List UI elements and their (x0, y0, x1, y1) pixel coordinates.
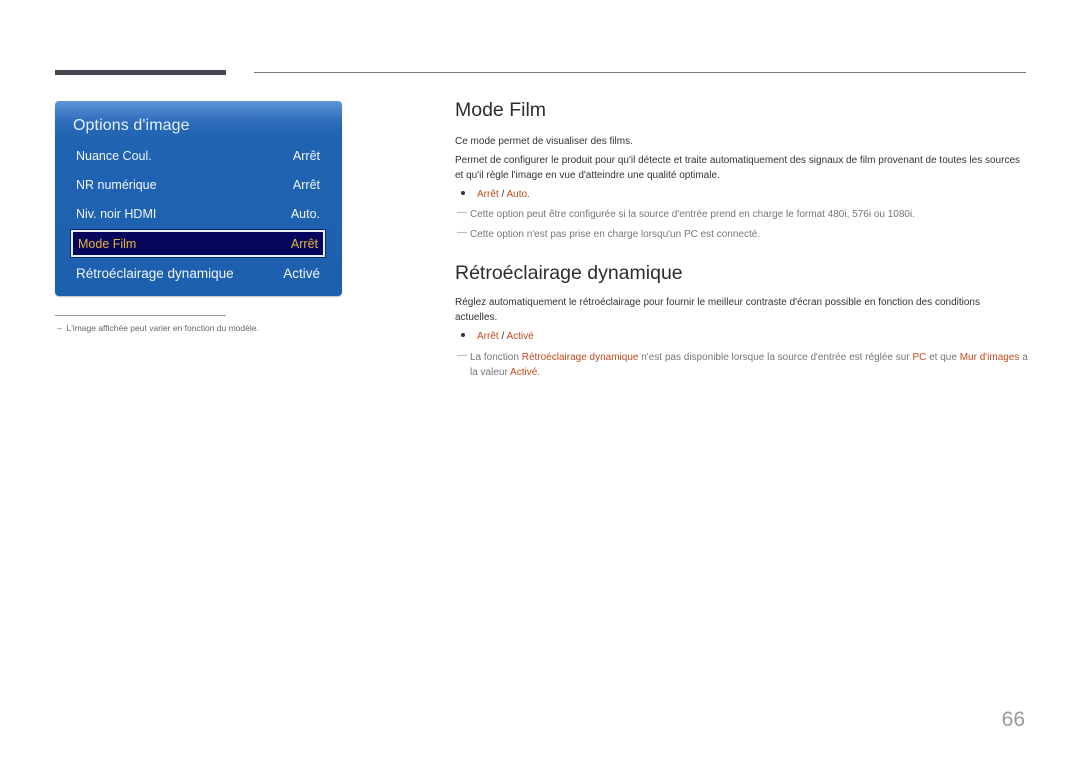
note-text-part: . (537, 366, 541, 378)
note-dash-icon: ― (457, 207, 467, 218)
osd-item-value: Activé (283, 265, 320, 281)
section-title-mode-film: Mode Film (455, 99, 547, 121)
osd-item-retroeclairage-dynamique[interactable]: Rétroéclairage dynamique Activé (71, 260, 325, 286)
osd-item-label: Mode Film (78, 236, 137, 251)
note-text: Cette option n'est pas prise en charge l… (470, 229, 761, 240)
note-text-part: et que (926, 352, 960, 363)
osd-item-nuance-coul[interactable]: Nuance Coul. Arrêt (71, 143, 325, 169)
option-list-item: Arrêt / Activé (461, 331, 534, 342)
option-value: Auto. (506, 189, 530, 200)
footnote-rule (55, 315, 226, 316)
footnote: – L'image affichée peut varier en foncti… (57, 323, 259, 333)
osd-item-niv-noir-hdmi[interactable]: Niv. noir HDMI Auto. (71, 201, 325, 227)
footnote-dash: – (57, 323, 62, 333)
osd-item-label: Nuance Coul. (76, 149, 152, 163)
osd-item-label: Rétroéclairage dynamique (76, 265, 234, 281)
note: ― Cette option n'est pas prise en charge… (455, 227, 1030, 243)
osd-item-mode-film[interactable]: Mode Film Arrêt (70, 229, 326, 258)
note-text-part: La fonction (470, 352, 522, 363)
header-rule-thick (55, 70, 226, 75)
note-dash-icon: ― (457, 350, 467, 361)
osd-menu-title: Options d'image (73, 117, 190, 134)
note-highlight: PC (912, 352, 927, 363)
osd-item-label: Niv. noir HDMI (76, 207, 157, 221)
page-number: 66 (1001, 708, 1025, 731)
note: ― La fonction Rétroéclairage dynamique n… (455, 350, 1030, 380)
section-paragraph: Ce mode permet de visualiser des films. (455, 136, 633, 147)
note-dash-icon: ― (457, 227, 467, 238)
option-list-item: Arrêt / Auto. (461, 189, 530, 200)
osd-item-value: Arrêt (292, 149, 320, 163)
note-highlight: Rétroéclairage dynamique (521, 352, 639, 363)
osd-item-value: Auto. (290, 207, 320, 221)
note-text-part: n'est pas disponible lorsque la source d… (638, 352, 913, 363)
note-highlight: Mur d'images (959, 352, 1020, 363)
section-paragraph: Réglez automatiquement le rétroéclairage… (455, 297, 980, 323)
option-value: Activé (506, 331, 534, 342)
osd-menu-picture-options: Options d'image Nuance Coul. Arrêt NR nu… (55, 101, 342, 296)
option-value: Arrêt (477, 331, 499, 342)
section-title-retroeclairage-dynamique: Rétroéclairage dynamique (455, 262, 683, 284)
bullet-icon (461, 191, 465, 196)
note-highlight: Activé (510, 366, 538, 378)
osd-item-label: NR numérique (76, 178, 157, 192)
osd-item-value: Arrêt (292, 178, 320, 192)
note-text: La fonction Rétroéclairage dynamique n'e… (455, 351, 1030, 380)
osd-item-value: Arrêt (290, 236, 318, 251)
footnote-text: L'image affichée peut varier en fonction… (66, 323, 259, 333)
header-rule-thin (254, 72, 1026, 73)
section-paragraph: Permet de configurer le produit pour qu'… (455, 155, 1021, 181)
bullet-icon (461, 333, 465, 338)
osd-item-nr-numerique[interactable]: NR numérique Arrêt (71, 172, 325, 198)
note: ― Cette option peut être configurée si l… (455, 207, 1030, 223)
note-text: Cette option peut être configurée si la … (470, 209, 915, 220)
option-value: Arrêt (477, 189, 499, 200)
